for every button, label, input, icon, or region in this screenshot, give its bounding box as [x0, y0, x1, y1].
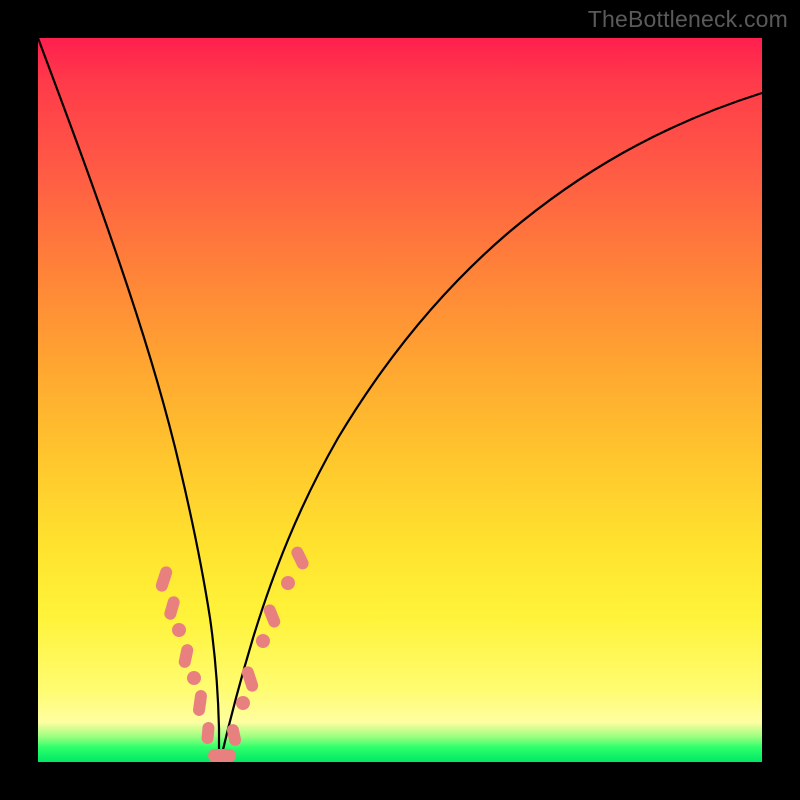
chart-frame: TheBottleneck.com [0, 0, 800, 800]
marker-point [226, 723, 242, 747]
marker-point [281, 576, 295, 590]
marker-point [256, 634, 270, 648]
bottleneck-curve [38, 38, 762, 762]
marker-point [178, 643, 195, 669]
watermark-text: TheBottleneck.com [588, 6, 788, 33]
marker-point [187, 671, 201, 685]
marker-point [163, 595, 181, 621]
marker-point [289, 545, 310, 572]
marker-point [201, 722, 215, 745]
curve-svg [38, 38, 762, 762]
chart-plot-area [38, 38, 762, 762]
marker-point [236, 696, 250, 710]
marker-point [240, 665, 259, 693]
marker-point [154, 565, 173, 593]
marker-point [262, 603, 282, 630]
marker-point [208, 749, 236, 762]
marker-point [192, 689, 208, 716]
marker-point [172, 623, 186, 637]
